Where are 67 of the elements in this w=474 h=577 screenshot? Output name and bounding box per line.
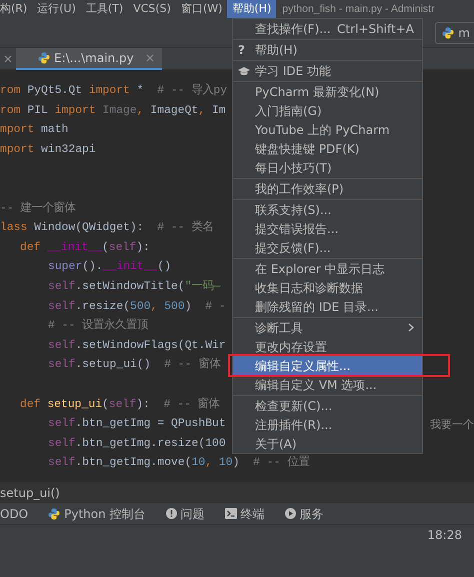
menu-item[interactable]: 更改内存设置 (233, 337, 422, 356)
menu-item[interactable]: VCS(S) (128, 0, 176, 18)
code-fragment: 我要一个 (430, 417, 474, 434)
code-line: self.btn_getImg = QPushBut (48, 416, 226, 432)
code-line: rom PyQt5.Qt import * # -- 导入py (0, 82, 228, 99)
tool-window-button[interactable]: 终端 (224, 504, 265, 522)
tool-window-button[interactable]: 服务 (284, 504, 324, 522)
menu-item[interactable]: 查找操作(F)... Ctrl+Shift+A (233, 19, 422, 38)
tool-window-button[interactable]: Python 控制台 (48, 504, 146, 522)
code-line: mport math (0, 122, 68, 138)
file-tab[interactable]: E:\...\main.py (16, 48, 162, 70)
alert-icon (166, 508, 177, 519)
menu-item[interactable]: 编辑自定义属性... (233, 356, 422, 375)
code-line: self.setup_ui() # -- 窗体 (48, 356, 220, 374)
menu-item[interactable]: 键盘快捷键 PDF(K) (233, 139, 422, 158)
breadcrumb[interactable]: setup_ui() (0, 486, 60, 500)
run-config-dropdown[interactable]: m (435, 22, 474, 44)
menu-item[interactable]: 编辑自定义 VM 选项... (233, 375, 422, 394)
menu-item[interactable]: 帮助(H) (227, 0, 276, 18)
shortcut-label: Ctrl+Shift+A (337, 20, 414, 38)
code-line: # -- 设置永久置顶 (48, 317, 148, 334)
menu-item[interactable]: 收集日志和诊断数据 (233, 278, 422, 297)
menu-item[interactable]: 学习 IDE 功能 (233, 61, 422, 80)
menu-item[interactable]: 提交错误报告... (233, 219, 422, 238)
play-icon (284, 508, 296, 519)
tool-window-button[interactable]: 问题 (166, 504, 205, 522)
menu-item[interactable]: 注册插件(R)... (233, 415, 422, 434)
code-line: self.btn_getImg.resize(100 (48, 436, 226, 452)
menu-item[interactable]: 联系支持(S)... (233, 200, 422, 219)
terminal-icon (224, 508, 237, 519)
window-title: python_fish - main.py - Administr (281, 2, 435, 17)
code-line: rom PIL import Image, ImageQt, Im (0, 104, 226, 119)
help-icon: ? (238, 40, 245, 58)
graduation-cap-icon (238, 66, 250, 76)
close-icon[interactable] (4, 54, 12, 62)
python-icon (48, 508, 60, 520)
tool-window-button[interactable]: ODO (0, 504, 28, 522)
code-line: mport win32api (0, 142, 96, 158)
menu-item[interactable]: 运行(U) (32, 0, 81, 18)
code-line: def __init__(self): (20, 240, 150, 256)
menu-item[interactable]: 入门指南(G) (233, 101, 422, 120)
menu-item[interactable]: YouTube 上的 PyCharm (233, 120, 422, 139)
python-icon (442, 26, 454, 38)
menu-item[interactable]: 在 Explorer 中显示日志 (233, 259, 422, 278)
code-line: lass Window(QWidget): # -- 类名 (0, 220, 214, 236)
menu-item[interactable]: 每日小技巧(T) (233, 158, 422, 177)
menu-item[interactable]: 提交反馈(F)... (233, 238, 422, 257)
close-icon[interactable] (146, 54, 154, 62)
python-icon (38, 52, 50, 64)
code-line: def setup_ui(self): # -- 窗体 (20, 396, 220, 412)
code-line: self.setWindowTitle("一码— (48, 279, 220, 295)
menu-item[interactable]: 诊断工具 (233, 318, 422, 337)
menu-item[interactable]: 删除残留的 IDE 目录... (233, 297, 422, 316)
menu-item[interactable]: 窗口(W) (176, 0, 228, 18)
menu-item[interactable]: 工具(T) (80, 0, 128, 18)
cursor-position[interactable]: 18:28 (427, 526, 462, 544)
menu-item[interactable]: 检查更新(C)... (233, 396, 422, 415)
menu-item[interactable]: 构(R) (0, 0, 32, 18)
code-line: super().__init__() (48, 260, 172, 276)
menu-item[interactable]: PyCharm 最新变化(N) (233, 82, 422, 101)
menu-item[interactable]: 我的工作效率(P) (233, 179, 422, 198)
code-line: self.setWindowFlags(Qt.Wir (48, 338, 226, 354)
code-line: self.btn_getImg.move(10, 10) # -- 位置 (48, 454, 310, 472)
code-line: self.resize(500, 500) # - (48, 300, 226, 315)
code-line: -- 建一个窗体 (0, 200, 76, 217)
menu-item[interactable]: 关于(A) (233, 434, 422, 453)
menu-item[interactable]: ? 帮助(H) (233, 40, 422, 59)
